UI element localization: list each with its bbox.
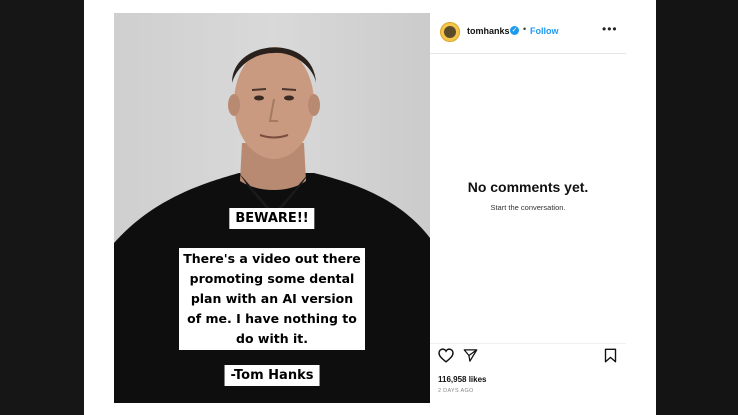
caption-line: of me. I have nothing to (183, 310, 361, 327)
avatar-image (444, 26, 456, 38)
right-letterbox (656, 0, 738, 415)
post-image: BEWARE!! There's a video out there promo… (114, 13, 430, 403)
post-card: BEWARE!! There's a video out there promo… (84, 0, 656, 415)
action-bar (430, 343, 626, 368)
empty-comments-title: No comments yet. (467, 179, 589, 195)
username-link[interactable]: tomhanks (467, 26, 510, 36)
left-letterbox (0, 0, 84, 415)
more-options-icon[interactable]: ••• (602, 22, 618, 36)
verified-badge-icon: ✓ (510, 26, 519, 35)
send-icon[interactable] (463, 348, 478, 368)
post-date: 2 DAYS AGO (438, 388, 474, 394)
bookmark-icon[interactable] (604, 348, 617, 368)
comments-panel: tomhanks ✓ • Follow ••• No comments yet.… (430, 13, 626, 403)
caption-line: promoting some dental (185, 270, 359, 287)
caption-body: There's a video out there promoting some… (179, 248, 365, 350)
caption-line: There's a video out there (179, 250, 365, 267)
separator-dot: • (523, 24, 527, 34)
caption-line: plan with an AI version (186, 290, 358, 307)
heart-icon[interactable] (438, 348, 454, 368)
caption-signature: -Tom Hanks (224, 365, 320, 386)
avatar[interactable] (440, 22, 460, 42)
likes-count[interactable]: 116,958 likes (438, 375, 487, 384)
post-header: tomhanks ✓ • Follow ••• (430, 13, 626, 54)
caption-line: do with it. (232, 330, 312, 347)
empty-comments-subtitle: Start the conversation. (490, 203, 566, 212)
caption-beware: BEWARE!! (229, 208, 315, 229)
follow-button[interactable]: Follow (530, 26, 559, 36)
